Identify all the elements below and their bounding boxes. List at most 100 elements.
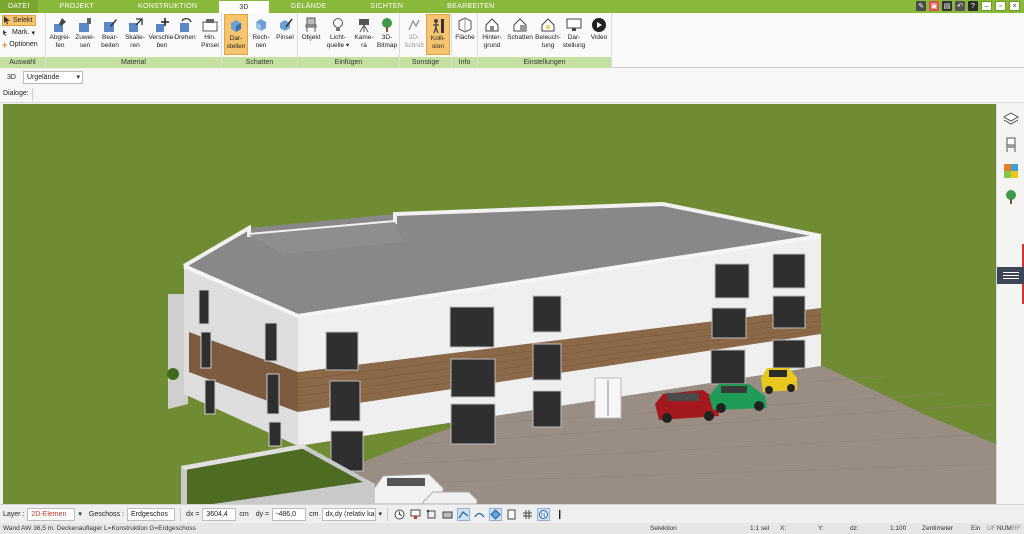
snap-curve-icon[interactable] — [473, 508, 486, 521]
chevron-down-icon: ▾ — [31, 29, 36, 37]
snap-line-icon[interactable] — [457, 507, 471, 521]
video-button[interactable]: Video — [587, 14, 611, 55]
shadow-show-button[interactable]: Dar- stellen — [224, 14, 248, 55]
dy-input[interactable]: -486,0 — [272, 507, 307, 521]
tab-konstruktion[interactable]: KONSTRUKTION — [116, 0, 219, 13]
select-button[interactable]: Selekt — [2, 15, 37, 26]
monitor-icon — [565, 16, 583, 34]
group-label-material: Material — [46, 57, 221, 68]
collision-button[interactable]: Kolli- sion — [426, 14, 450, 55]
group-label-einfuegen: Einfügen — [298, 57, 399, 68]
cursor-bar-icon[interactable] — [553, 508, 566, 521]
shadow-brush-button[interactable]: Pinsel — [273, 14, 297, 55]
group-label-info: Info — [452, 57, 477, 68]
status-mode: Selektion — [650, 525, 677, 532]
collision-person-icon — [429, 17, 447, 35]
monitor-snap-icon[interactable] — [409, 508, 422, 521]
play-circle-icon — [590, 16, 608, 34]
insert-object-button[interactable]: Objekt — [299, 14, 323, 55]
snap-object-icon[interactable] — [441, 508, 454, 521]
material-pick-button[interactable]: Abgrei- fen — [48, 14, 72, 55]
area-icon — [456, 16, 474, 34]
floor-select[interactable]: Erdgeschos — [126, 507, 175, 521]
display-settings-button[interactable]: Dar- stellung — [562, 14, 586, 55]
dy-unit: cm — [309, 510, 319, 518]
snap-points-icon[interactable] — [425, 508, 438, 521]
insert-light-button[interactable]: Licht- quelle ▾ — [324, 14, 352, 55]
group-label-sonstige: Sonstige — [400, 57, 451, 68]
lighting-button[interactable]: Beleuch- tung — [534, 14, 562, 55]
material-move-button[interactable]: Verschie- ben — [148, 14, 176, 55]
dx-label: dx = — [185, 510, 200, 518]
pipette-icon — [51, 16, 69, 34]
hint-brush-button[interactable]: Hin. Pinsel — [198, 14, 222, 55]
menu-tab-bar: DATEI PROJEKT KONSTRUKTION 3D GELÄNDE SI… — [0, 0, 1024, 13]
page-layout-icon[interactable] — [505, 508, 518, 521]
background-button[interactable]: Hinter- grund — [480, 14, 504, 55]
chevron-down-icon[interactable]: ▾ — [78, 510, 82, 518]
save-icon[interactable]: ▤ — [942, 1, 952, 11]
minimize-icon[interactable]: – — [981, 1, 992, 11]
status-selection: 1:1 sel — [750, 525, 770, 532]
shadow-calc-button[interactable]: Rech- nen — [249, 14, 273, 55]
options-button[interactable]: + Optionen — [2, 39, 38, 50]
shadow-settings-button[interactable]: Schatten — [506, 14, 534, 55]
cursor-icon — [4, 16, 10, 25]
tab-datei[interactable]: DATEI — [0, 0, 38, 13]
plus-icon: + — [2, 39, 8, 50]
insert-3d-bitmap-button[interactable]: 3D- Bitmap — [375, 14, 399, 55]
grid-icon[interactable] — [521, 508, 534, 521]
mark-dropdown[interactable]: Mark. ▾ — [2, 27, 35, 38]
house-light-icon — [539, 16, 557, 34]
tab-3d[interactable]: 3D — [219, 1, 269, 13]
3d-scene[interactable] — [3, 104, 996, 504]
layer-select[interactable]: 2D-Elemen — [27, 507, 76, 521]
tab-sichten[interactable]: SICHTEN — [348, 0, 425, 13]
mark-icon — [3, 29, 7, 36]
brush-box-icon — [201, 16, 219, 34]
material-assign-button[interactable]: Zuwei- sen — [73, 14, 97, 55]
3d-viewport[interactable] — [3, 104, 996, 504]
group-schatten: Dar- stellen Rech- nen Pinsel Schatten — [222, 13, 298, 68]
print-icon[interactable]: ▣ — [929, 1, 939, 11]
divider — [179, 507, 181, 521]
material-rotate-button[interactable]: Drehen — [173, 14, 197, 55]
area-info-button[interactable]: Fläche — [453, 14, 477, 55]
tab-bearbeiten[interactable]: BEARBEITEN — [425, 0, 516, 13]
material-palette-icon[interactable] — [1002, 162, 1020, 180]
shadow-calc-icon — [252, 16, 270, 34]
group-einstellungen: Hinter- grund Schatten Beleuch- tung Dar… — [478, 13, 612, 68]
dx-input[interactable]: 3604,4 — [202, 507, 237, 521]
status-flag-num: NUM — [997, 525, 1012, 532]
layers-icon[interactable] — [1002, 110, 1020, 128]
tab-gelaende[interactable]: GELÄNDE — [269, 0, 349, 13]
panel-toggle-handle[interactable] — [997, 267, 1024, 284]
rotate-icon — [176, 16, 194, 34]
status-insert: Ein — [971, 525, 981, 532]
coordinate-mode-select[interactable]: dx,dy (relativ ka — [321, 507, 376, 521]
help-icon[interactable]: ? — [968, 1, 978, 11]
snap-grid-diamond-icon[interactable] — [489, 507, 503, 521]
ortho-mode-icon[interactable]: N — [537, 507, 551, 521]
status-flag-uf: UF — [987, 525, 996, 532]
clock-icon[interactable] — [393, 508, 406, 521]
tree-icon[interactable] — [1002, 188, 1020, 206]
insert-camera-button[interactable]: Kame- ra — [352, 14, 376, 55]
material-edit-button[interactable]: Bear- beiten — [98, 14, 122, 55]
status-x: X: — [780, 525, 787, 532]
material-scale-button[interactable]: Skalie- ren — [123, 14, 147, 55]
status-bar: Wand AW 36,5 m. Deckenauflager L=Konstru… — [0, 523, 1024, 534]
furniture-chair-icon[interactable] — [1002, 136, 1020, 154]
camera-tripod-icon — [355, 16, 373, 34]
maximize-icon[interactable]: ▫ — [995, 1, 1006, 11]
tools-icon[interactable]: ✎ — [916, 1, 926, 11]
status-hint: Wand AW 36,5 m. Deckenauflager L=Konstru… — [3, 525, 196, 532]
terrain-select[interactable]: Urgelände ▾ — [22, 70, 83, 84]
tab-projekt[interactable]: PROJEKT — [38, 0, 116, 13]
tree-bitmap-icon — [378, 16, 396, 34]
3d-section-button[interactable]: 3D- Schnitt — [402, 14, 426, 55]
close-icon[interactable]: × — [1009, 1, 1020, 11]
group-material: Abgrei- fen Zuwei- sen Bear- beiten Skal… — [46, 13, 222, 68]
undo-icon[interactable]: ↶ — [955, 1, 965, 11]
chevron-down-icon[interactable]: ▾ — [379, 510, 383, 518]
